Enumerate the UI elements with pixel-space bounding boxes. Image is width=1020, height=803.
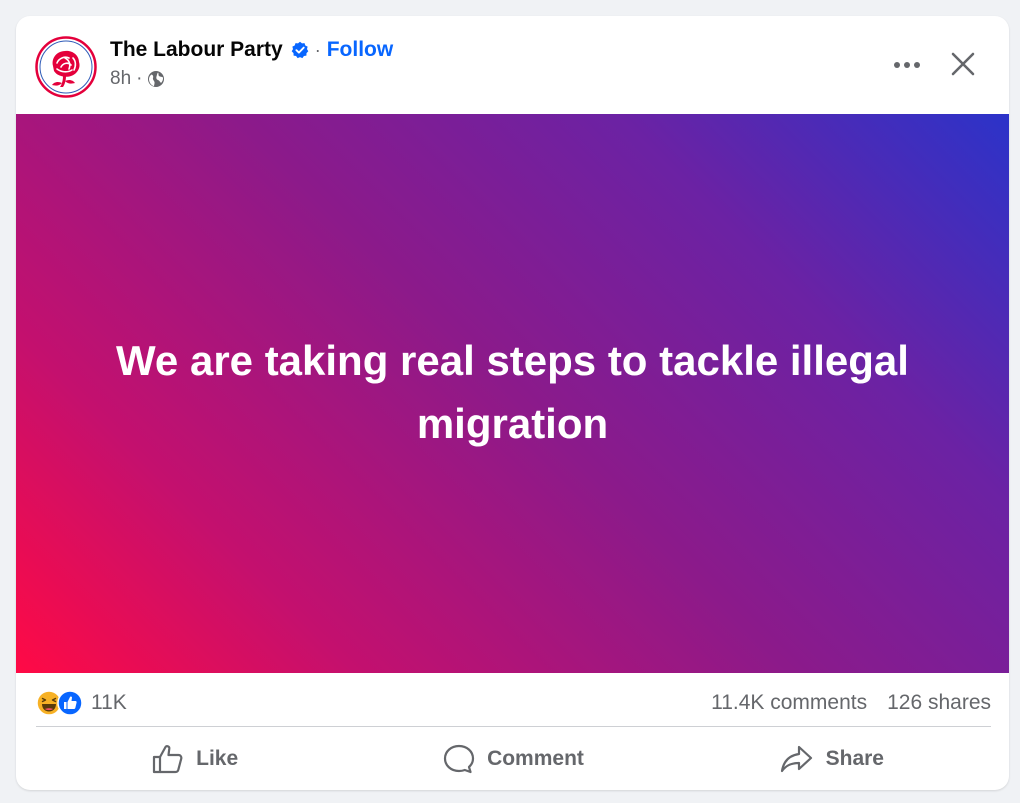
share-icon <box>780 745 812 773</box>
comment-button[interactable]: Comment <box>354 736 672 782</box>
close-button[interactable] <box>946 47 980 81</box>
post-time[interactable]: 8h <box>110 68 131 90</box>
post-text-background[interactable]: We are taking real steps to tackle illeg… <box>16 114 1009 673</box>
post-text: We are taking real steps to tackle illeg… <box>116 336 909 447</box>
post-header: The Labour Party · Follow 8h · <box>16 16 1009 114</box>
labour-logo-avatar[interactable] <box>35 36 97 98</box>
meta-separator: · <box>136 68 143 89</box>
post-actions: Like Comment Share <box>36 734 991 784</box>
post-stats: 11K 11.4K comments 126 shares <box>36 682 991 724</box>
follow-button[interactable]: Follow <box>327 38 394 62</box>
reactions-count: 11K <box>91 691 127 714</box>
post-meta: 8h · <box>110 68 165 90</box>
reactions-summary[interactable]: 11K <box>36 690 127 716</box>
comment-label: Comment <box>487 747 584 770</box>
like-label: Like <box>196 747 239 770</box>
more-options-button[interactable] <box>890 50 924 80</box>
post-card: The Labour Party · Follow 8h · We are ta… <box>16 16 1009 790</box>
separator-dot: · <box>314 39 321 60</box>
more-dots-icon <box>894 62 920 68</box>
thumbs-up-icon <box>153 745 183 774</box>
engagement-counts: 11.4K comments 126 shares <box>691 691 991 715</box>
share-label: Share <box>825 747 884 770</box>
close-icon <box>951 52 975 76</box>
verified-badge-icon <box>291 41 309 59</box>
comment-icon <box>443 744 475 774</box>
shares-count[interactable]: 126 shares <box>887 691 991 715</box>
comments-count[interactable]: 11.4K comments <box>711 691 867 715</box>
share-button[interactable]: Share <box>673 736 991 782</box>
like-reaction-icon <box>57 690 83 716</box>
like-button[interactable]: Like <box>36 736 354 782</box>
reaction-icons <box>36 690 83 716</box>
author-name[interactable]: The Labour Party <box>110 38 283 62</box>
globe-icon[interactable] <box>147 70 165 88</box>
actions-divider <box>36 726 991 727</box>
author-row: The Labour Party · Follow <box>110 36 393 64</box>
